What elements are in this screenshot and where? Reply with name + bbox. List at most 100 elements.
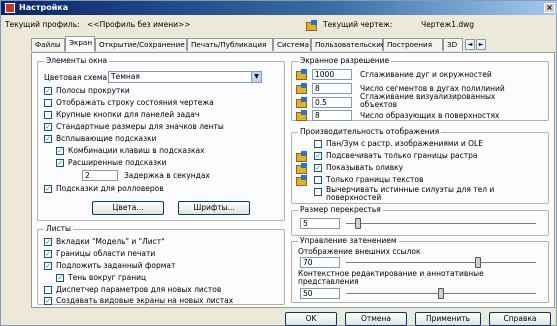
crosshair-size-input[interactable]: 5	[300, 218, 340, 229]
shortcut-keys-checkbox[interactable]: ✓	[56, 147, 64, 155]
xref-fading-label: Отображение внешних ссылок	[298, 247, 421, 256]
window-title: Настройка	[19, 3, 69, 12]
close-icon[interactable]: ×	[544, 3, 555, 13]
printable-area-checkbox[interactable]: ✓	[44, 250, 52, 258]
tab-user-preferences[interactable]: Пользовательские	[311, 38, 385, 51]
rollover-tooltips-label: Подсказки для ролловеров	[56, 184, 164, 193]
ribbon-icons-checkbox[interactable]: ✓	[44, 123, 52, 131]
text-frame-icon	[296, 175, 308, 186]
solid-fill-label: Показывать оливку	[326, 163, 404, 172]
display-tab-panel: Элементы окна Цветовая схема: Темная ▼ ✓…	[31, 52, 555, 308]
layout-elements-group: Листы ✓ Вкладки "Модель" и "Лист" ✓ Гран…	[37, 224, 285, 305]
color-scheme-value: Темная	[111, 72, 140, 81]
page-setup-manager-checkbox[interactable]	[44, 286, 52, 294]
create-viewport-checkbox[interactable]: ✓	[44, 297, 52, 305]
inplace-edit-input[interactable]: 50	[300, 288, 340, 299]
fonts-button[interactable]: Шрифты...	[178, 201, 250, 215]
solid-fill-icon	[296, 163, 308, 174]
ribbon-icons-label: Стандартные размеры для значков ленты	[56, 122, 224, 131]
apply-button[interactable]: Применить	[415, 312, 481, 326]
tab-display[interactable]: Экран	[65, 36, 95, 52]
display-resolution-title: Экранное разрешение	[298, 56, 392, 65]
true-silhouettes-checkbox[interactable]	[314, 188, 322, 196]
arc-smoothness-icon	[296, 69, 308, 80]
status-bar-label: Отображать строку состояния чертежа	[56, 98, 214, 107]
window-elements-group: Элементы окна Цветовая схема: Темная ▼ ✓…	[37, 56, 285, 221]
scrollbars-label: Полосы прокрутки	[56, 86, 130, 95]
tab-drafting[interactable]: Построения	[383, 38, 443, 51]
color-scheme-select[interactable]: Темная ▼	[108, 71, 262, 83]
tab-scroll-right-icon[interactable]: ►	[476, 39, 486, 50]
tab-system[interactable]: Система	[273, 38, 311, 51]
title-bar[interactable]: Настройка ×	[1, 1, 557, 15]
layout-elements-title: Листы	[44, 224, 73, 233]
render-smoothness-input[interactable]: 0.5	[312, 97, 352, 108]
raster-frame-icon	[296, 151, 308, 162]
crosshair-size-title: Размер перекрестья	[298, 205, 383, 214]
scrollbars-checkbox[interactable]: ✓	[44, 87, 52, 95]
profile-row: Текущий профиль: <<Профиль без имени>> Т…	[1, 20, 557, 32]
fade-control-group: Управление затенением Отображение внешни…	[291, 236, 549, 303]
tab-scroll-left-icon[interactable]: ◄	[465, 39, 475, 50]
tooltips-checkbox[interactable]: ✓	[44, 135, 52, 143]
xref-slider-track	[346, 262, 536, 264]
inplace-edit-label: Контекстное редактирование и аннотативны…	[298, 269, 484, 286]
extended-tooltips-checkbox[interactable]: ✓	[56, 159, 64, 167]
tab-3d[interactable]: 3D	[443, 38, 463, 51]
tooltips-label: Всплывающие подсказки	[56, 134, 157, 143]
paper-background-label: Подложить заданный формат	[56, 261, 176, 270]
large-buttons-label: Крупные кнопки для панелей задач	[56, 110, 200, 119]
delay-seconds-label: Задержка в секундах	[124, 171, 210, 180]
current-drawing-value: Чертеж1.dwg	[421, 20, 475, 29]
crosshair-size-group: Размер перекрестья 5	[291, 205, 549, 236]
crosshair-slider-track	[346, 223, 536, 225]
tab-open-save[interactable]: Открытие/Сохранение	[95, 38, 187, 51]
cancel-button[interactable]: Отмена	[345, 312, 407, 326]
contour-lines-label: Число образующих в поверхностях	[360, 111, 500, 120]
rollover-tooltips-checkbox[interactable]: ✓	[44, 185, 52, 193]
chevron-down-icon[interactable]: ▼	[251, 72, 261, 82]
pan-zoom-raster-checkbox[interactable]	[314, 140, 322, 148]
render-smoothness-label: Сглаживание визуализированных объектов	[360, 92, 496, 109]
contour-lines-input[interactable]: 8	[312, 110, 352, 121]
window-elements-title: Элементы окна	[44, 56, 110, 65]
paper-shadow-label: Тень вокруг границ	[68, 273, 147, 282]
display-performance-title: Производительность отображения	[298, 127, 442, 136]
extended-tooltips-label: Расширенные подсказки	[68, 158, 167, 167]
tab-plot-publish[interactable]: Печать/Публикация	[187, 38, 273, 51]
current-profile-value: <<Профиль без имени>>	[87, 20, 191, 29]
inplace-slider-thumb[interactable]	[438, 288, 444, 299]
polyline-segments-input[interactable]: 8	[312, 83, 352, 94]
ok-button[interactable]: OK	[285, 312, 337, 326]
colors-button[interactable]: Цвета...	[92, 201, 164, 215]
display-performance-group: Производительность отображения Пан/Зум с…	[291, 127, 549, 204]
raster-frame-checkbox[interactable]: ✓	[314, 152, 322, 160]
arc-smoothness-input[interactable]: 1000	[312, 69, 352, 80]
status-bar-checkbox[interactable]	[44, 99, 52, 107]
tab-files[interactable]: Файлы	[31, 38, 65, 51]
delay-seconds-input[interactable]: 2	[82, 170, 118, 181]
options-dialog: Настройка × Текущий профиль: <<Профиль б…	[0, 0, 557, 326]
layout-model-tabs-label: Вкладки "Модель" и "Лист"	[56, 237, 165, 246]
text-frame-checkbox[interactable]	[314, 176, 322, 184]
layout-model-tabs-checkbox[interactable]: ✓	[44, 238, 52, 246]
help-button[interactable]: Справка	[489, 312, 551, 326]
text-frame-label: Только границы текстов	[326, 175, 424, 184]
drawing-icon	[306, 20, 318, 31]
current-profile-label: Текущий профиль:	[5, 20, 80, 29]
fade-control-title: Управление затенением	[298, 236, 399, 245]
create-viewport-label: Создавать видовые экраны на новых листах	[56, 296, 234, 305]
xref-fading-input[interactable]: 70	[300, 257, 340, 268]
polyline-segments-icon	[296, 83, 308, 94]
solid-fill-checkbox[interactable]: ✓	[314, 164, 322, 172]
current-drawing-label: Текущий чертеж:	[323, 20, 393, 29]
xref-slider-thumb[interactable]	[474, 257, 481, 268]
paper-shadow-checkbox[interactable]: ✓	[56, 274, 64, 282]
crosshair-slider-thumb[interactable]	[355, 218, 362, 229]
large-buttons-checkbox[interactable]	[44, 111, 52, 119]
color-scheme-label: Цветовая схема:	[44, 73, 110, 82]
app-icon	[5, 3, 15, 13]
arc-smoothness-label: Сглаживание дуг и окружностей	[360, 70, 492, 79]
pan-zoom-raster-label: Пан/Зум с растр. изображениями и OLE	[326, 139, 483, 148]
paper-background-checkbox[interactable]: ✓	[44, 262, 52, 270]
